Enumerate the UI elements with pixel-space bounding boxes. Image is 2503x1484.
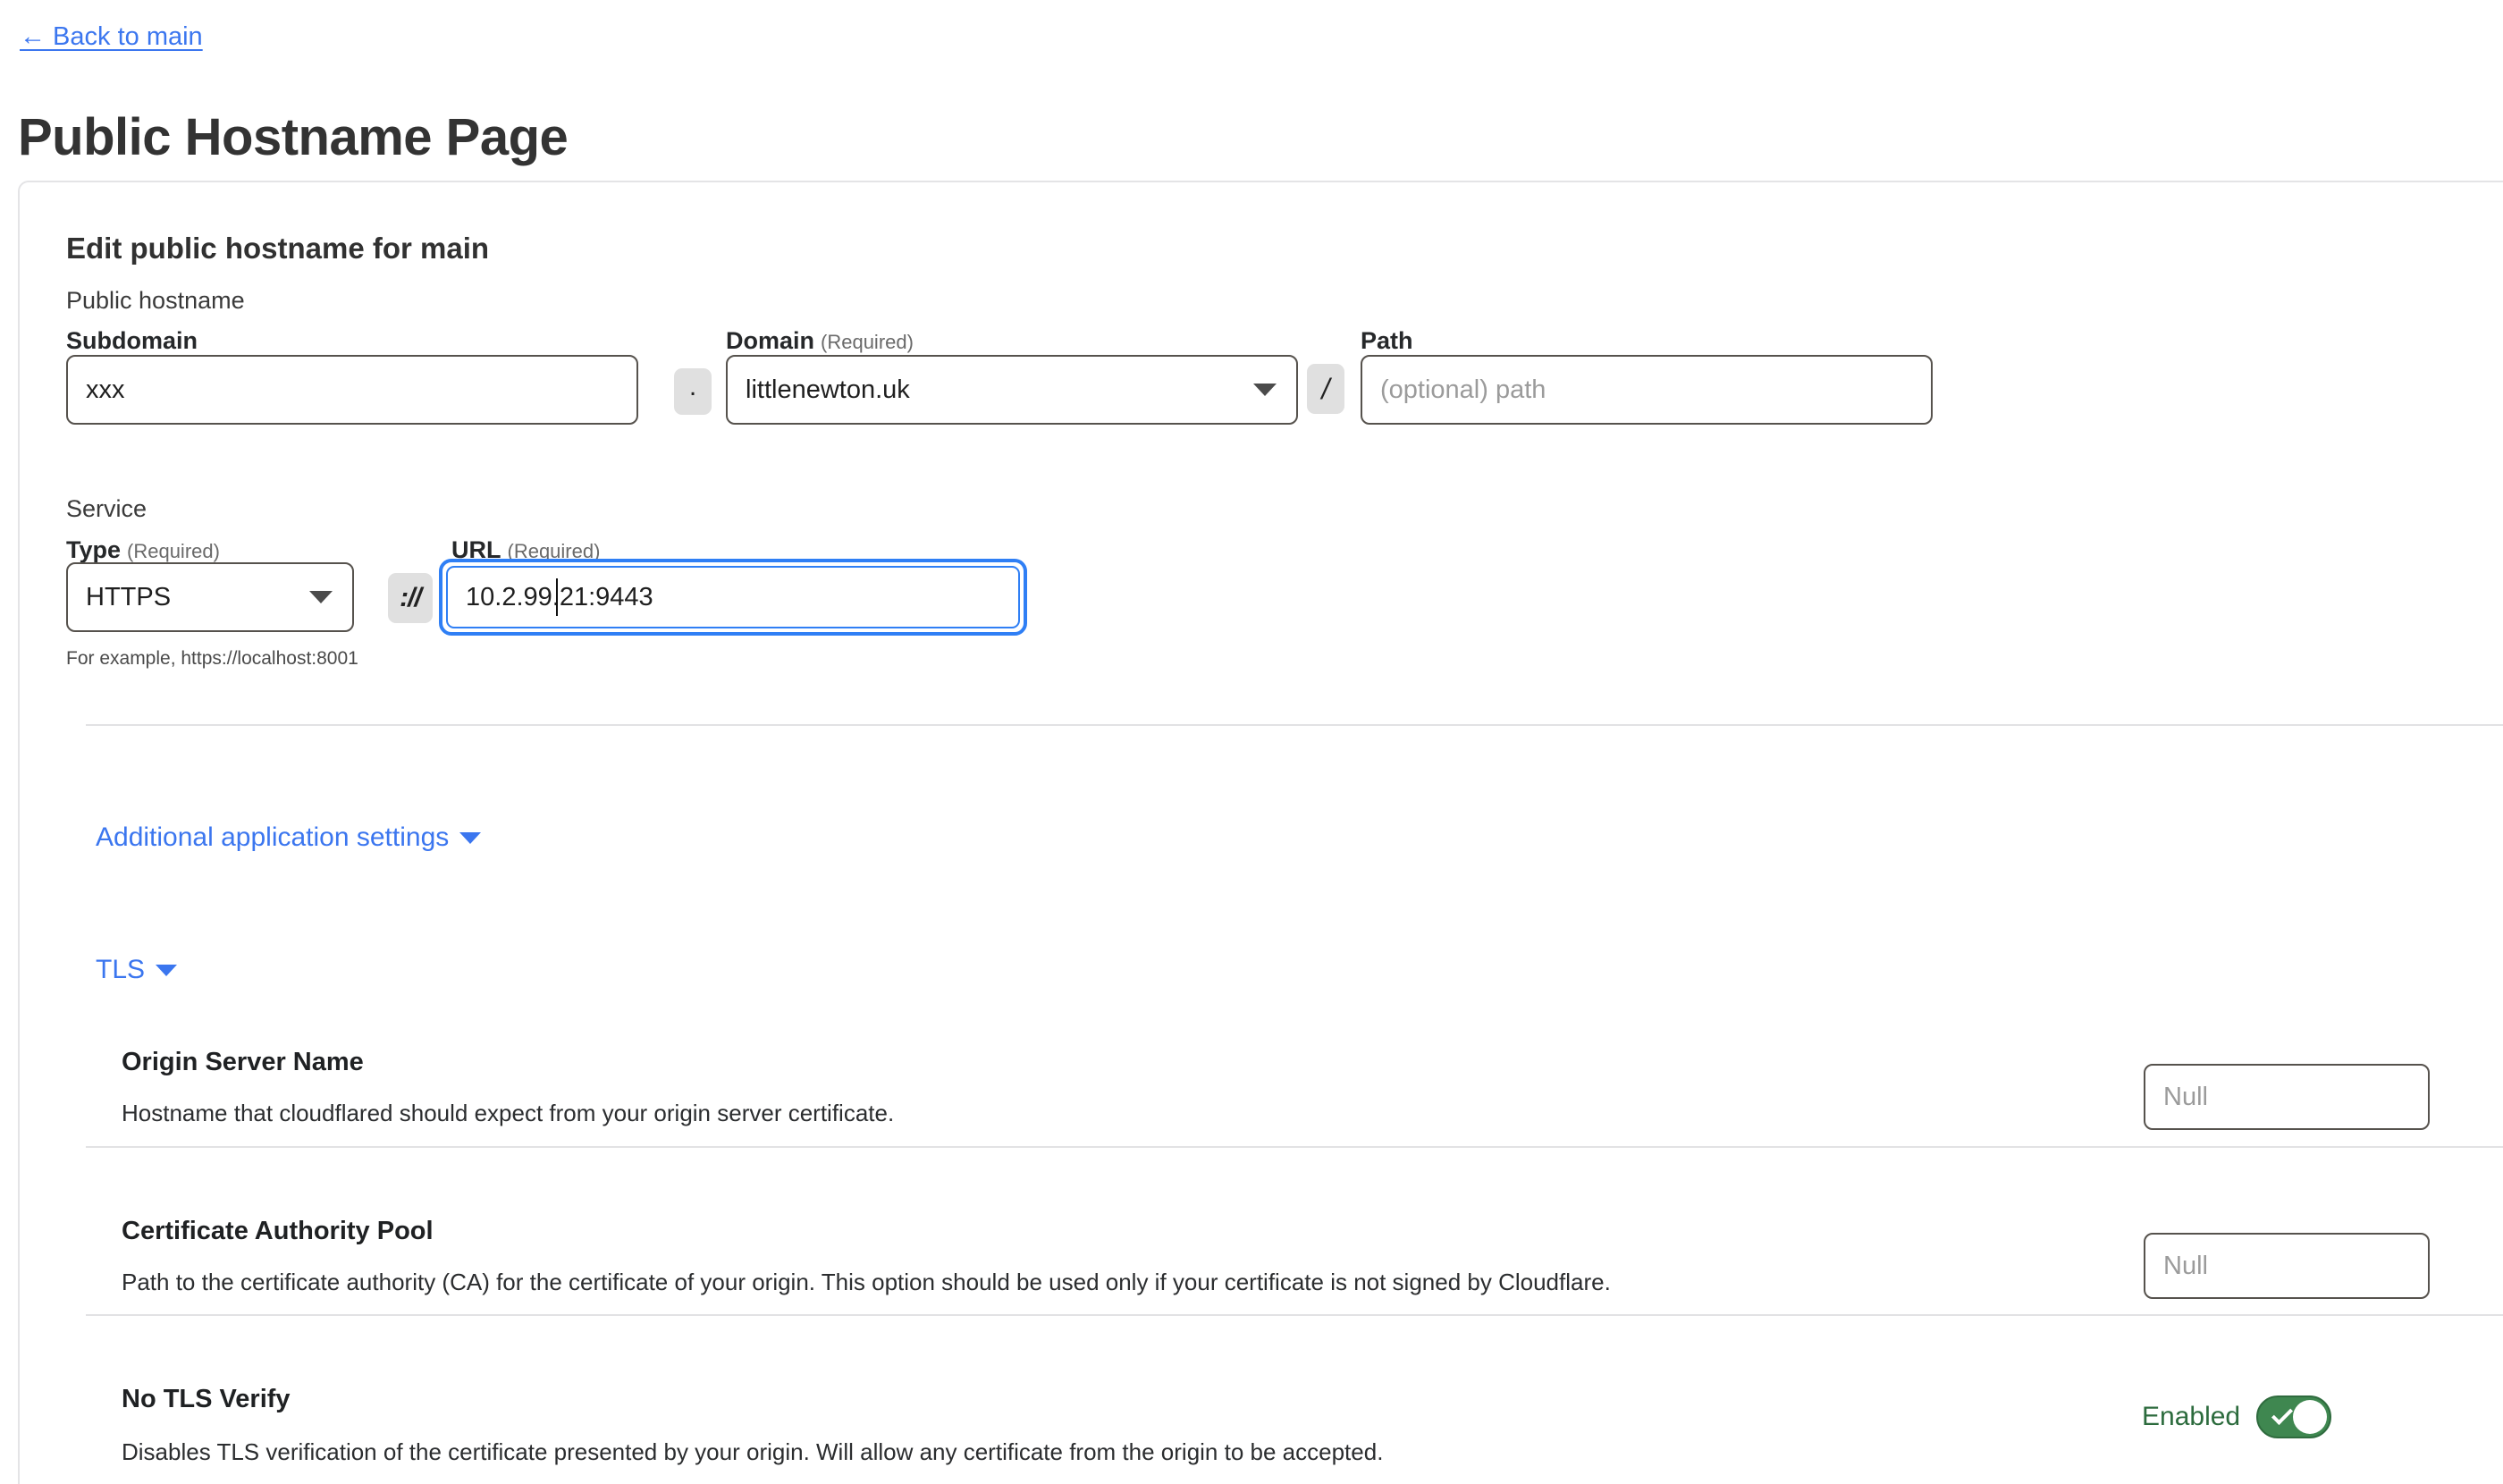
- public-hostname-section-label: Public hostname: [66, 287, 245, 314]
- additional-application-settings-toggle[interactable]: Additional application settings: [96, 822, 482, 852]
- type-label-text: Type: [66, 536, 122, 563]
- subdomain-label-text: Subdomain: [66, 327, 198, 354]
- chevron-down-icon: [156, 964, 178, 976]
- domain-select[interactable]: littlenewton.uk: [726, 355, 1298, 425]
- origin-server-name-title: Origin Server Name: [122, 1048, 364, 1076]
- certificate-authority-pool-description: Path to the certificate authority (CA) f…: [122, 1269, 1611, 1295]
- url-input-focus-ring: [439, 559, 1027, 636]
- no-tls-verify-toggle-label: Enabled: [2142, 1402, 2241, 1431]
- subdomain-label: Subdomain: [66, 329, 198, 353]
- chevron-down-icon: [459, 831, 482, 844]
- no-tls-verify-description: Disables TLS verification of the certifi…: [122, 1438, 1384, 1465]
- service-section-label: Service: [66, 495, 147, 522]
- subdomain-input[interactable]: [66, 355, 638, 425]
- tls-toggle[interactable]: TLS: [96, 955, 178, 984]
- domain-select-value: littlenewton.uk: [746, 375, 910, 404]
- card-title: Edit public hostname for main: [66, 232, 490, 265]
- no-tls-verify-title: No TLS Verify: [122, 1385, 291, 1413]
- chevron-down-icon: [309, 591, 333, 603]
- page-title: Public Hostname Page: [18, 107, 569, 166]
- check-icon: [2271, 1403, 2294, 1426]
- divider: [86, 1146, 2503, 1148]
- domain-label-text: Domain: [726, 327, 815, 354]
- service-type-select[interactable]: HTTPS: [66, 562, 354, 632]
- service-type-value: HTTPS: [86, 582, 172, 611]
- path-label: Path: [1361, 329, 1413, 353]
- certificate-authority-pool-title: Certificate Authority Pool: [122, 1217, 434, 1245]
- additional-application-settings-label: Additional application settings: [96, 822, 450, 852]
- chevron-down-icon: [1253, 384, 1277, 396]
- divider: [86, 724, 2503, 726]
- slash-separator: /: [1307, 364, 1344, 414]
- service-url-hint: For example, https://localhost:8001: [66, 648, 358, 669]
- toggle-knob: [2293, 1400, 2328, 1434]
- type-required-text: (Required): [127, 540, 220, 562]
- dot-separator: .: [674, 368, 712, 415]
- protocol-separator: ://: [388, 573, 433, 623]
- tls-label: TLS: [96, 955, 146, 984]
- text-cursor: [556, 578, 558, 616]
- divider: [86, 1314, 2503, 1316]
- public-hostname-page: ← Back to main Public Hostname Page Edit…: [0, 0, 2503, 1484]
- path-input[interactable]: [1361, 355, 1933, 425]
- origin-server-name-input[interactable]: [2144, 1064, 2430, 1130]
- path-label-text: Path: [1361, 327, 1413, 354]
- no-tls-verify-toggle[interactable]: [2256, 1395, 2332, 1438]
- url-input[interactable]: [446, 566, 1020, 628]
- certificate-authority-pool-input[interactable]: [2144, 1233, 2430, 1299]
- no-tls-verify-toggle-group[interactable]: Enabled: [2142, 1395, 2332, 1438]
- domain-required-text: (Required): [821, 331, 914, 353]
- edit-hostname-card: Edit public hostname for main Public hos…: [18, 181, 2503, 1484]
- domain-label: Domain (Required): [726, 329, 914, 353]
- type-label: Type (Required): [66, 538, 220, 562]
- origin-server-name-description: Hostname that cloudflared should expect …: [122, 1100, 895, 1126]
- back-to-main-link[interactable]: ← Back to main: [20, 24, 203, 50]
